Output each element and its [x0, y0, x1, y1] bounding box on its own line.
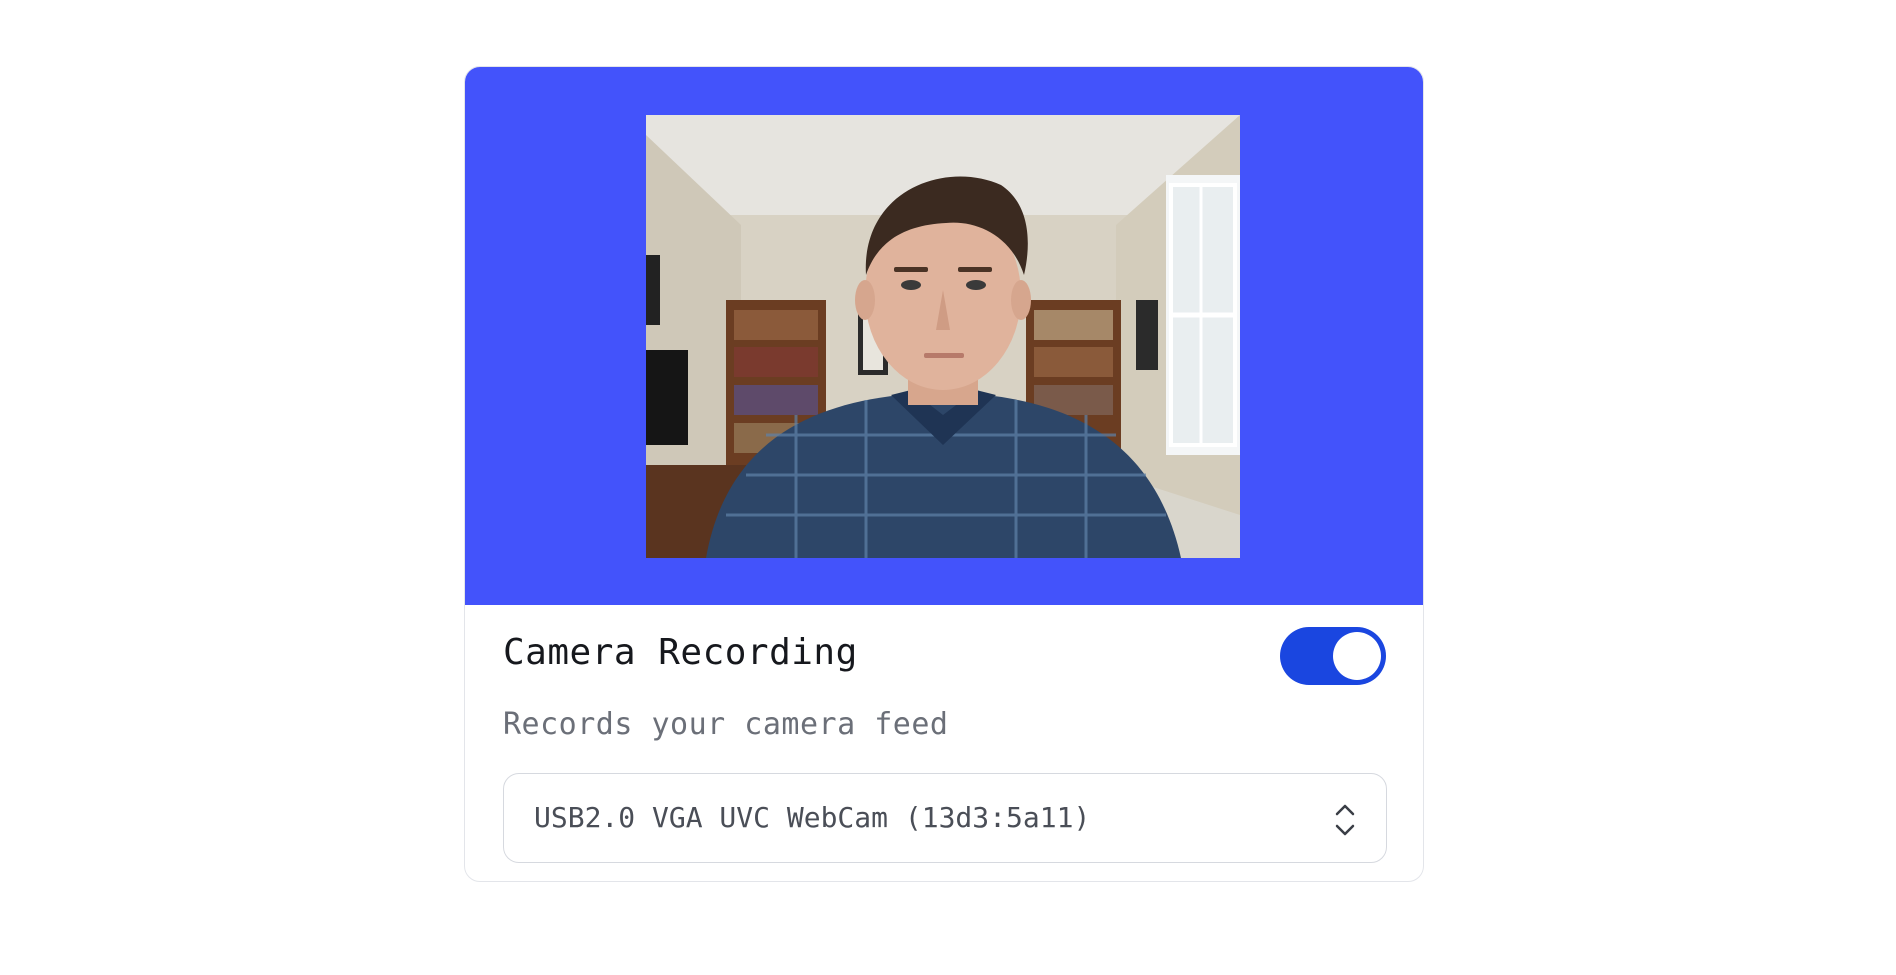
camera-device-selected-value: USB2.0 VGA UVC WebCam (13d3:5a11)	[534, 801, 1091, 834]
webcam-frame-image	[646, 115, 1240, 558]
camera-recording-description: Records your camera feed	[503, 707, 949, 742]
camera-preview-area	[465, 67, 1423, 605]
camera-recording-title: Camera Recording	[503, 632, 858, 673]
camera-recording-card: Camera Recording Records your camera fee…	[464, 66, 1424, 882]
camera-device-select[interactable]: USB2.0 VGA UVC WebCam (13d3:5a11)	[503, 773, 1387, 863]
toggle-knob	[1333, 632, 1381, 680]
chevron-up-down-icon	[1334, 802, 1356, 838]
camera-recording-toggle[interactable]	[1280, 627, 1386, 685]
camera-video-preview	[646, 115, 1240, 558]
